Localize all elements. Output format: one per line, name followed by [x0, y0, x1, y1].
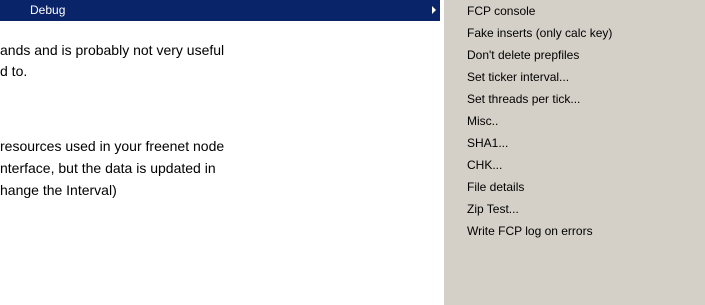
submenu-item-file-details[interactable]: File details [467, 178, 524, 197]
document-text-line: d to. [0, 63, 28, 79]
submenu-item-write-fcp-log[interactable]: Write FCP log on errors [467, 222, 593, 241]
submenu-item-misc[interactable]: Misc.. [467, 112, 498, 131]
menu-item-debug-label: Debug [30, 3, 66, 17]
submenu-arrow-icon [432, 6, 436, 14]
screenshot: Debug ands and is probably not very usef… [0, 0, 705, 305]
debug-submenu: FCP console Fake inserts (only calc key)… [443, 0, 705, 305]
submenu-item-sha1[interactable]: SHA1... [467, 134, 508, 153]
document-text-line: hange the Interval) [0, 182, 117, 198]
submenu-item-fake-inserts[interactable]: Fake inserts (only calc key) [467, 24, 612, 43]
menu-item-debug[interactable]: Debug [0, 0, 440, 21]
document-text-line: nterface, but the data is updated in [0, 160, 216, 176]
submenu-item-set-threads-per-tick[interactable]: Set threads per tick... [467, 90, 580, 109]
document-text-line: ands and is probably not very useful [0, 42, 225, 58]
submenu-item-zip-test[interactable]: Zip Test... [467, 200, 519, 219]
submenu-item-dont-delete-prepfiles[interactable]: Don't delete prepfiles [467, 46, 579, 65]
submenu-item-chk[interactable]: CHK... [467, 156, 502, 175]
submenu-item-set-ticker-interval[interactable]: Set ticker interval... [467, 68, 569, 87]
submenu-item-fcp-console[interactable]: FCP console [467, 2, 535, 21]
document-text-line: resources used in your freenet node [0, 138, 225, 154]
